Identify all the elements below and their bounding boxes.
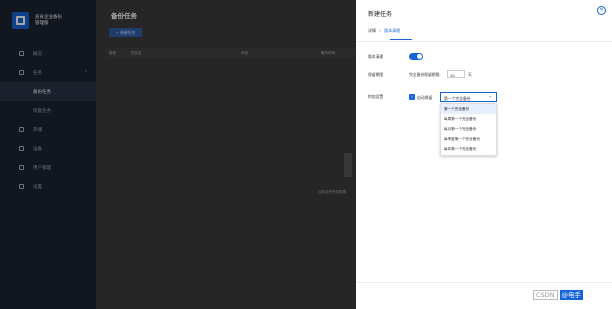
drawer-footer-divider [356,282,612,283]
select-value: 第一个完全备份 [444,95,471,101]
dropdown-option[interactable]: 第一个完全备份 [441,104,496,114]
close-icon[interactable]: ✕ [597,6,606,15]
dropdown-option[interactable]: 每周第一个完全备份 [441,114,496,124]
modal-overlay[interactable] [0,0,356,309]
retention-text: 完全备份保留期限: [409,72,441,77]
retention-unit: 天 [468,72,472,77]
watermark: CSDN @电手 [533,290,584,300]
auto-keep-checkbox[interactable]: ✓ [409,94,415,100]
breadcrumb-step-cleanup[interactable]: 版本清理 [384,28,400,33]
version-cleanup-label: 版本清理 [368,54,384,59]
breadcrumb: 详情 › 版本清理 [368,28,400,34]
keep-policy-select[interactable]: 第一个完全备份 ⌃ [440,92,497,102]
new-task-drawer: 新建任务 ✕ 详情 › 版本清理 版本清理 保留期限 完全备份保留期限: 10 … [356,0,612,309]
divider [356,41,612,42]
dropdown-option[interactable]: 每季度第一个完全备份 [441,134,496,144]
breadcrumb-step-details[interactable]: 详情 [368,28,376,33]
chevron-right-icon: › [379,28,381,33]
active-step-indicator [390,39,412,40]
extra-settings-label: 附加设置 [368,94,384,99]
chevron-up-icon: ⌃ [488,95,492,100]
dropdown-option[interactable]: 每年第一个完全备份 [441,144,496,154]
watermark-part1: CSDN [533,290,558,300]
retention-label: 保留期限 [368,72,384,77]
keep-policy-dropdown: 第一个完全备份 每周第一个完全备份 每月第一个完全备份 每季度第一个完全备份 每… [440,103,497,156]
dropdown-option[interactable]: 每月第一个完全备份 [441,124,496,134]
version-cleanup-toggle[interactable] [409,53,423,60]
auto-keep-label: 自动保留 [417,95,433,100]
drawer-title: 新建任务 [368,11,393,18]
retention-days-input[interactable]: 10 [447,70,465,78]
watermark-part2: @电手 [559,290,584,300]
